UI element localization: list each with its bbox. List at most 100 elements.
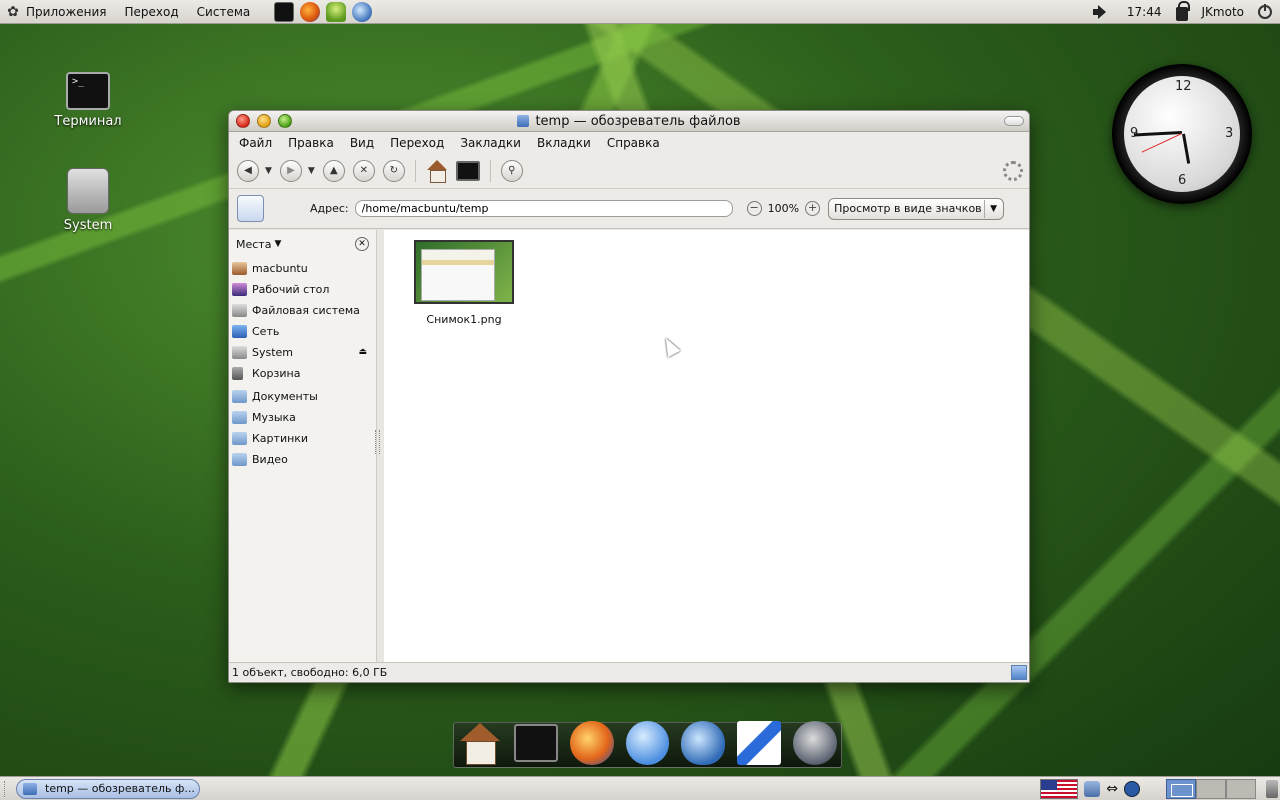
filesystem-icon <box>232 304 247 317</box>
throbber-icon <box>1003 161 1023 181</box>
home-icon[interactable] <box>458 721 502 765</box>
drop-icon[interactable] <box>681 721 726 765</box>
clock-widget[interactable]: 12 3 6 9 <box>1112 64 1252 204</box>
folder-icon <box>232 453 247 466</box>
back-button[interactable]: ◀ <box>237 159 259 182</box>
zoom-level[interactable]: 100% <box>768 202 799 215</box>
sidebar-title: Места <box>236 237 272 251</box>
quill-icon[interactable] <box>737 721 782 765</box>
location-input[interactable] <box>354 200 733 217</box>
close-sidebar-icon[interactable]: ✕ <box>355 237 369 251</box>
desktop-icon-terminal[interactable]: >_ Терминал <box>48 72 128 129</box>
menu-go[interactable]: Переход <box>390 136 444 150</box>
places-list: macbuntu Рабочий стол Файловая система С… <box>229 258 376 470</box>
workspace-3[interactable] <box>1226 778 1256 799</box>
toolbar-toggle-button[interactable] <box>1004 116 1024 126</box>
window-controls <box>236 114 292 128</box>
zoom-control: − 100% + <box>746 201 821 216</box>
workspace-1[interactable] <box>1166 778 1196 799</box>
sidebar-header[interactable]: Места ▼ ✕ <box>229 230 376 258</box>
back-history-dropdown[interactable]: ▼ <box>265 166 272 176</box>
sidebar-item-label: Файловая система <box>252 304 360 317</box>
reload-button[interactable]: ↻ <box>382 159 405 182</box>
menu-system[interactable]: Система <box>197 5 251 19</box>
sidebar-item-system[interactable]: System ⏏ <box>229 342 376 363</box>
sidebar-item-music[interactable]: Музыка <box>229 407 376 428</box>
workspace-2[interactable] <box>1196 778 1226 799</box>
wolf-icon[interactable] <box>793 721 838 765</box>
clock-number-6: 6 <box>1178 173 1187 188</box>
up-button[interactable]: ▲ <box>322 159 345 182</box>
sidebar-item-videos[interactable]: Видео <box>229 449 376 470</box>
terminal-icon[interactable] <box>513 724 558 762</box>
sidebar-item-pictures[interactable]: Картинки <box>229 428 376 449</box>
location-toggle-button[interactable] <box>237 195 264 222</box>
trash-icon[interactable] <box>1266 779 1278 798</box>
taskbar-button[interactable]: temp — обозреватель ф... <box>16 778 200 799</box>
stop-button[interactable]: ✕ <box>352 159 375 182</box>
toolbar-separator <box>414 159 416 182</box>
volume-icon[interactable] <box>1092 4 1113 20</box>
content-area: Места ▼ ✕ macbuntu Рабочий стол Файловая… <box>229 230 1029 664</box>
forward-button[interactable]: ▶ <box>279 159 302 182</box>
minimize-button[interactable] <box>257 114 271 128</box>
icon-view[interactable]: Снимок1.png <box>384 230 1029 664</box>
file-manager-window: temp — обозреватель файлов Файл Правка В… <box>228 110 1030 683</box>
ichat-icon[interactable] <box>625 721 670 765</box>
clock-second-hand <box>1141 133 1182 153</box>
view-mode-value: Просмотр в виде значков <box>834 202 982 215</box>
panel-handle[interactable] <box>4 780 10 797</box>
menu-bookmarks[interactable]: Закладки <box>460 136 521 150</box>
main-menu: ✿ Приложения Переход Система <box>0 3 268 21</box>
sidebar-item-trash[interactable]: Корзина <box>229 363 376 384</box>
lock-icon[interactable] <box>1175 0 1190 21</box>
drop-launcher-icon[interactable] <box>352 1 373 22</box>
zoom-in-button[interactable]: + <box>805 201 821 216</box>
sidebar-item-network[interactable]: Сеть <box>229 321 376 342</box>
clock-time[interactable]: 17:44 <box>1127 5 1162 19</box>
bottom-tray: ⇔ <box>1040 778 1280 799</box>
sidebar-item-desktop[interactable]: Рабочий стол <box>229 279 376 300</box>
folder-title-icon <box>517 115 530 127</box>
menu-view[interactable]: Вид <box>350 136 374 150</box>
firefox-launcher-icon[interactable] <box>300 1 321 22</box>
folder-icon <box>232 411 247 424</box>
sidebar-item-home[interactable]: macbuntu <box>229 258 376 279</box>
window-titlebar[interactable]: temp — обозреватель файлов <box>229 111 1029 132</box>
gnome-foot-icon[interactable]: ✿ <box>4 3 22 21</box>
view-mode-select[interactable]: Просмотр в виде значков ▼ <box>828 197 1005 220</box>
notification-icon[interactable] <box>1084 780 1101 797</box>
resize-grip-icon[interactable] <box>1011 665 1027 680</box>
chevron-down-icon: ▼ <box>984 199 1002 218</box>
menu-tabs[interactable]: Вкладки <box>537 136 591 150</box>
sidebar-item-label: Музыка <box>252 411 296 424</box>
menu-file[interactable]: Файл <box>239 136 272 150</box>
network-arrows-icon[interactable]: ⇔ <box>1106 781 1118 797</box>
pidgin-launcher-icon[interactable] <box>326 1 347 22</box>
sidebar-item-documents[interactable]: Документы <box>229 386 376 407</box>
menu-edit[interactable]: Правка <box>288 136 334 150</box>
menu-places[interactable]: Переход <box>125 5 179 19</box>
close-button[interactable] <box>236 114 250 128</box>
desktop-icon-system[interactable]: System <box>48 168 128 233</box>
eject-icon[interactable]: ⏏ <box>358 347 367 357</box>
search-icon[interactable]: ⚲ <box>500 159 523 182</box>
pane-resize-handle[interactable] <box>375 430 380 454</box>
sidebar-item-filesystem[interactable]: Файловая система <box>229 300 376 321</box>
zoom-out-button[interactable]: − <box>746 201 762 216</box>
desktop-icon-label: Терминал <box>54 114 122 129</box>
file-item[interactable]: Снимок1.png <box>414 240 514 326</box>
home-icon[interactable] <box>426 159 448 183</box>
forward-history-dropdown[interactable]: ▼ <box>308 166 315 176</box>
clock-number-3: 3 <box>1225 126 1234 141</box>
computer-icon[interactable] <box>455 160 480 181</box>
accessibility-icon[interactable] <box>1124 780 1140 797</box>
menu-help[interactable]: Справка <box>607 136 660 150</box>
keyboard-layout-flag-icon[interactable] <box>1040 778 1079 799</box>
menu-applications[interactable]: Приложения <box>26 5 107 19</box>
user-name[interactable]: JKmoto <box>1202 5 1245 19</box>
terminal-launcher-icon[interactable] <box>274 1 295 22</box>
power-icon[interactable] <box>1258 3 1272 19</box>
firefox-icon[interactable] <box>569 721 614 765</box>
maximize-button[interactable] <box>278 114 292 128</box>
